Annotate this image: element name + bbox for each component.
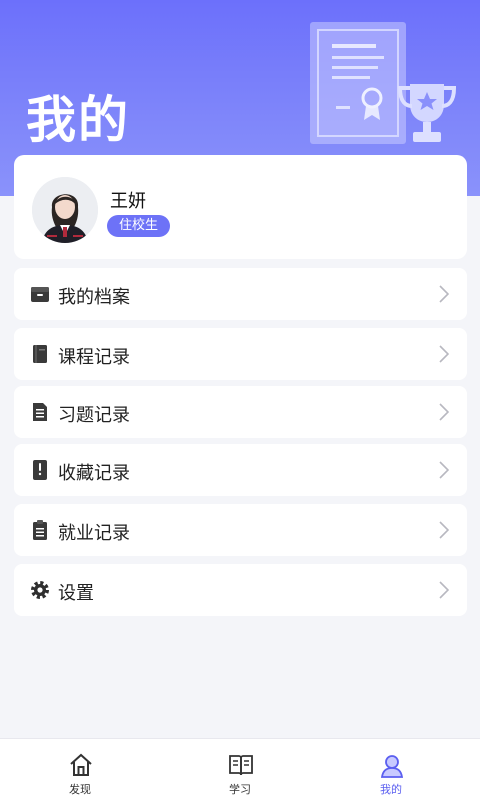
menu-item-exercise-records[interactable]: 习题记录 (14, 386, 467, 438)
document-list-icon (33, 403, 47, 421)
tab-label: 学习 (229, 783, 251, 796)
trophy-illustration-icon (398, 84, 456, 142)
home-icon (70, 753, 92, 776)
page-title: 我的 (26, 91, 130, 149)
menu-item-label: 就业记录 (58, 523, 130, 544)
menu-item-label: 设置 (58, 583, 94, 604)
chevron-right-icon (439, 285, 449, 303)
tab-label: 发现 (69, 783, 91, 796)
chevron-right-icon (439, 461, 449, 479)
chevron-right-icon (439, 345, 449, 363)
menu-item-favorite-records[interactable]: 收藏记录 (14, 444, 467, 496)
user-name: 王妍 (110, 191, 146, 212)
bookmark-icon (33, 460, 47, 480)
menu-item-course-records[interactable]: 课程记录 (14, 328, 467, 380)
open-book-icon (229, 755, 253, 776)
avatar[interactable] (32, 177, 98, 243)
menu-item-settings[interactable]: 设置 (14, 564, 467, 616)
menu-item-employment-records[interactable]: 就业记录 (14, 504, 467, 556)
tab-discover[interactable]: 发现 (35, 739, 125, 800)
menu-item-label: 课程记录 (58, 347, 130, 368)
menu-item-my-archive[interactable]: 我的档案 (14, 268, 467, 320)
clipboard-icon (33, 520, 47, 540)
archive-box-icon (31, 287, 49, 302)
bottom-tab-bar: 发现 学习 我的 (0, 738, 480, 800)
student-photo-icon (32, 177, 98, 243)
status-badge: 住校生 (107, 215, 171, 237)
menu-item-label: 习题记录 (58, 405, 130, 426)
profile-card[interactable]: 王妍 住校生 (14, 155, 467, 259)
tab-label: 我的 (380, 783, 402, 796)
user-icon (380, 755, 404, 778)
chevron-right-icon (439, 403, 449, 421)
chevron-right-icon (439, 521, 449, 539)
menu-item-label: 收藏记录 (58, 463, 130, 484)
chevron-right-icon (439, 581, 449, 599)
gear-icon (31, 581, 49, 599)
tab-study[interactable]: 学习 (195, 739, 285, 800)
tab-mine[interactable]: 我的 (346, 739, 436, 800)
book-icon (33, 345, 47, 363)
certificate-illustration-icon (310, 22, 406, 144)
menu-item-label: 我的档案 (58, 287, 130, 308)
